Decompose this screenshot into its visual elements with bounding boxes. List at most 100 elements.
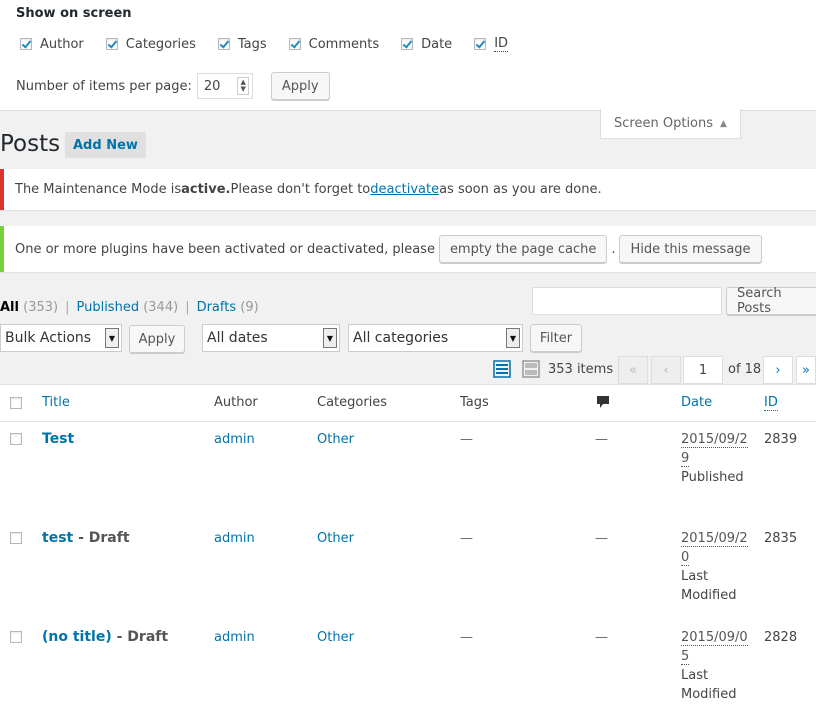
plugins-notice: One or more plugins have been activated … [0, 226, 816, 272]
category-link[interactable]: Other [317, 529, 354, 548]
screen-options-apply-button[interactable]: Apply [270, 72, 330, 100]
column-date[interactable]: Date [681, 395, 712, 410]
toggle-author[interactable]: Author [20, 37, 84, 52]
first-page-button[interactable]: « [618, 356, 648, 384]
post-id: 2828 [764, 630, 798, 645]
total-pages: of 18 [728, 362, 762, 377]
author-link[interactable]: admin [214, 430, 255, 449]
bulk-actions-select[interactable]: Bulk Actions ▼ [0, 324, 122, 352]
tags-value: — [460, 630, 473, 645]
date-line-2: 5 [681, 649, 690, 665]
toggle-comments[interactable]: Comments [288, 36, 380, 52]
empty-cache-button[interactable]: empty the page cache [438, 235, 608, 263]
column-title[interactable]: Title [42, 395, 70, 410]
toggle-date[interactable]: Date [401, 37, 452, 52]
date-line-1: 2015/09/2 [681, 531, 748, 547]
row-checkbox[interactable] [10, 532, 22, 544]
filter-button[interactable]: Filter [530, 324, 582, 352]
next-page-button[interactable]: › [763, 356, 793, 384]
post-title-link[interactable]: Test [42, 431, 74, 447]
comments-value: — [595, 531, 608, 546]
posts-table: Title Author Categories Tags Date ID Tes… [0, 384, 816, 728]
date-checkbox[interactable] [401, 38, 414, 50]
bulk-actions-value: Bulk Actions [5, 330, 92, 346]
categories-toggle-label: Categories [125, 36, 196, 52]
column-id[interactable]: ID [764, 395, 778, 411]
excerpt-view-icon[interactable] [522, 360, 540, 378]
category-link[interactable]: Other [317, 628, 354, 647]
author-checkbox[interactable] [20, 38, 32, 50]
row-checkbox[interactable] [10, 433, 22, 445]
categories-checkbox[interactable] [105, 38, 118, 50]
per-page-value: 20 [203, 78, 221, 94]
date-value: 2015/09/2 0 Last Modified [681, 529, 748, 605]
filter-drafts-link[interactable]: Drafts [197, 300, 237, 315]
maintenance-text-after: as soon as you are done. [439, 182, 602, 197]
comment-bubble-icon [597, 396, 609, 408]
bulk-apply-button[interactable]: Apply [129, 325, 185, 353]
post-id: 2839 [764, 432, 798, 447]
filter-drafts-count: (9) [240, 300, 259, 315]
toggle-tags[interactable]: Tags [217, 37, 267, 52]
date-line-1: 2015/09/2 [681, 432, 748, 448]
filter-separator: | [65, 300, 70, 315]
deactivate-link[interactable]: deactivate [370, 182, 439, 197]
dropdown-arrow-icon: ▼ [105, 328, 119, 348]
hide-message-button[interactable]: Hide this message [619, 235, 762, 263]
status-line-2: Modified [681, 588, 737, 603]
per-page-label: Number of items per page: [16, 78, 192, 94]
post-title-link[interactable]: (no title) [42, 629, 112, 645]
filter-all-count: (353) [23, 300, 59, 315]
spinner-icon[interactable]: ▲ ▼ [237, 77, 249, 95]
notice-dot: . [611, 241, 616, 257]
column-author: Author [214, 395, 258, 410]
screen-options-panel: Show on screen Author Categories Tags Co… [0, 0, 816, 111]
tags-value: — [460, 531, 473, 546]
caret-up-icon: ▲ [720, 118, 727, 129]
filter-separator: | [185, 300, 190, 315]
prev-page-button[interactable]: ‹ [651, 356, 681, 384]
column-tags: Tags [460, 395, 489, 410]
screen-options-tab-label: Screen Options [614, 116, 714, 131]
categories-select[interactable]: All categories ▼ [348, 324, 523, 352]
dates-value: All dates [207, 330, 268, 346]
categories-value: All categories [353, 330, 449, 346]
filter-published-link[interactable]: Published [76, 300, 139, 315]
category-link[interactable]: Other [317, 430, 354, 449]
filter-all-link[interactable]: All [0, 300, 19, 315]
post-id: 2835 [764, 531, 798, 546]
add-new-button[interactable]: Add New [65, 132, 146, 158]
author-link[interactable]: admin [214, 628, 255, 647]
show-on-screen-title: Show on screen [16, 6, 132, 21]
row-checkbox[interactable] [10, 631, 22, 643]
id-checkbox[interactable] [474, 38, 487, 50]
last-page-button[interactable]: » [796, 356, 816, 384]
author-link[interactable]: admin [214, 529, 255, 548]
per-page-input[interactable]: 20 ▲ ▼ [196, 73, 253, 99]
status-line-1: Last [681, 668, 709, 683]
tags-value: — [460, 432, 473, 447]
table-header: Title Author Categories Tags Date ID [0, 385, 816, 422]
id-toggle-label: ID [494, 36, 509, 52]
status-line-1: Published [681, 470, 744, 485]
date-line-2: 0 [681, 550, 690, 566]
dropdown-arrow-icon: ▼ [323, 328, 337, 348]
post-state: - Draft [73, 530, 130, 546]
select-all-checkbox[interactable] [10, 397, 22, 409]
dates-select[interactable]: All dates ▼ [202, 324, 340, 352]
tags-checkbox[interactable] [217, 38, 230, 50]
search-posts-button[interactable]: Search Posts [726, 286, 816, 316]
maintenance-notice: The Maintenance Mode is active. Please d… [0, 169, 816, 210]
post-title-link[interactable]: test [42, 530, 73, 546]
toggle-id[interactable]: ID [474, 36, 509, 52]
search-input[interactable] [532, 287, 722, 315]
list-view-icon[interactable] [493, 360, 511, 378]
toggle-categories[interactable]: Categories [105, 36, 196, 52]
current-page-input[interactable]: 1 [683, 356, 723, 384]
comments-toggle-label: Comments [308, 36, 380, 52]
screen-options-tab[interactable]: Screen Options ▲ [600, 109, 741, 139]
plugins-notice-text: One or more plugins have been activated … [15, 241, 435, 257]
dropdown-arrow-icon: ▼ [506, 328, 520, 348]
filter-published-count: (344) [143, 300, 179, 315]
comments-checkbox[interactable] [288, 38, 301, 50]
